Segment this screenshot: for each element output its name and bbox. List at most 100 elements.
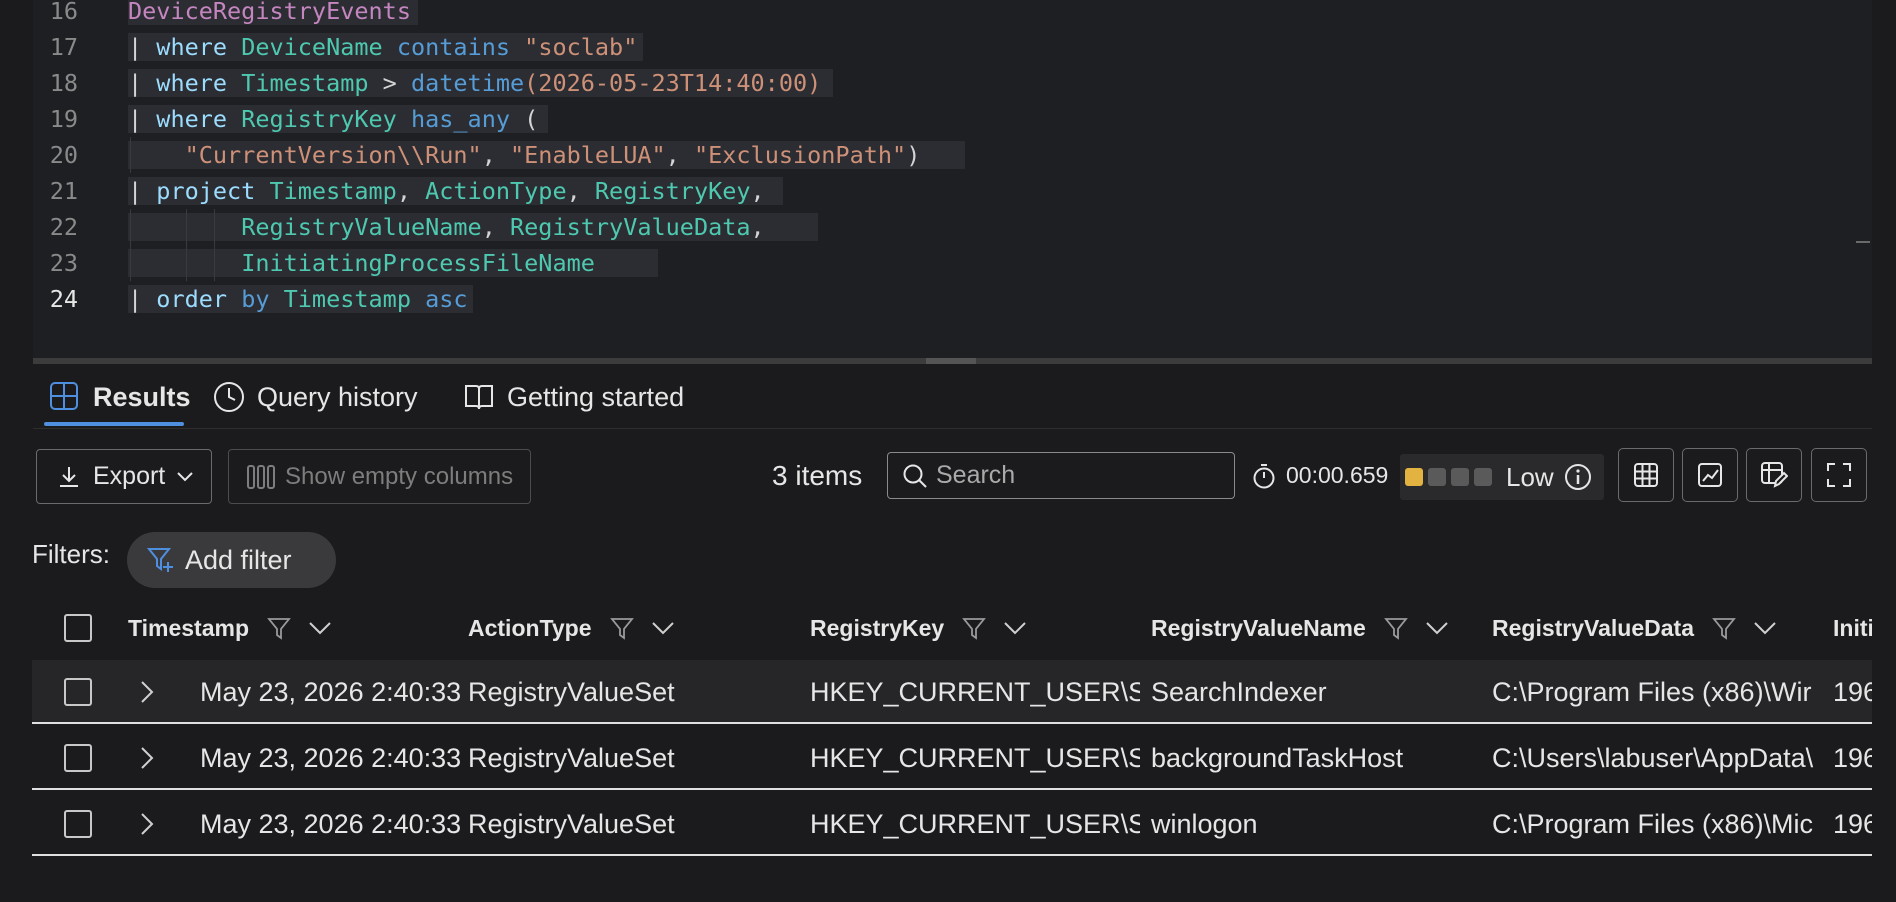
- row-checkbox[interactable]: [64, 810, 92, 838]
- editor-scrollbar-thumb[interactable]: [926, 358, 976, 364]
- table-cell: winlogon: [1151, 809, 1258, 839]
- column-header[interactable]: RegistryValueName: [1151, 596, 1448, 660]
- table-cell: C:\Program Files (x86)\Mic: [1492, 809, 1814, 839]
- search-icon: [902, 463, 928, 489]
- chevron-right-icon[interactable]: [140, 680, 160, 704]
- column-header[interactable]: ActionType: [468, 596, 674, 660]
- clock-icon: [213, 381, 245, 413]
- grid-icon: [1633, 462, 1659, 488]
- row-checkbox[interactable]: [64, 744, 92, 772]
- code-line[interactable]: 18 | where Timestamp > datetime(2026-05-2…: [0, 65, 1860, 101]
- resource-usage-square: [1474, 468, 1492, 486]
- table-cell: SearchIndexer: [1151, 677, 1327, 707]
- code-line[interactable]: 19 | where RegistryKey has_any (: [0, 101, 1860, 137]
- query-editor[interactable]: 16 DeviceRegistryEvents 17 | where DeviceNa…: [0, 0, 1872, 358]
- resource-usage-bars: [1400, 468, 1492, 486]
- filter-icon[interactable]: [962, 616, 987, 640]
- line-number: 16: [49, 0, 78, 25]
- code-line[interactable]: 24 | order by Timestamp asc: [0, 281, 1860, 317]
- tab-results[interactable]: Results: [49, 368, 191, 426]
- column-header-label: Initi: [1833, 614, 1872, 641]
- table-row[interactable]: May 23, 2026 2:40:33 RegistryValueSet HKEY…: [32, 660, 1872, 724]
- table-edit-icon: [1760, 461, 1788, 489]
- table-cell: HKEY_CURRENT_USER\S-1: [810, 809, 1140, 839]
- filter-icon[interactable]: [1383, 616, 1408, 640]
- filters-label: Filters:: [32, 539, 110, 569]
- code-line[interactable]: 23 InitiatingProcessFileName: [0, 245, 1860, 281]
- table-cell: backgroundTaskHost: [1151, 743, 1404, 773]
- export-label: Export: [93, 462, 166, 490]
- tab-getting-started-label: Getting started: [507, 381, 685, 412]
- code-line[interactable]: 22 RegistryValueName, RegistryValueData,: [0, 209, 1860, 245]
- line-number: 23: [49, 249, 78, 277]
- resource-usage-square: [1405, 468, 1423, 486]
- column-header[interactable]: Timestamp: [128, 596, 331, 660]
- table-cell: May 23, 2026 2:40:33: [200, 677, 460, 707]
- search-input[interactable]: [936, 461, 1216, 490]
- chevron-right-icon[interactable]: [140, 812, 160, 836]
- export-button[interactable]: Export: [36, 449, 212, 504]
- line-number: 17: [49, 33, 78, 61]
- chevron-down-icon[interactable]: [1426, 621, 1448, 635]
- column-header-label: RegistryValueData: [1492, 614, 1694, 641]
- table-row[interactable]: May 23, 2026 2:40:33 RegistryValueSet HKEY…: [32, 726, 1872, 790]
- code-text: | project Timestamp, ActionType, Registr…: [128, 177, 765, 205]
- show-empty-columns-button[interactable]: Show empty columns: [228, 449, 531, 504]
- select-all-checkbox[interactable]: [64, 614, 92, 642]
- code-line[interactable]: 17 | where DeviceName contains "soclab": [0, 29, 1860, 65]
- filter-icon[interactable]: [267, 616, 291, 640]
- column-header[interactable]: RegistryValueData: [1492, 596, 1776, 660]
- table-cell: RegistryValueSet: [468, 677, 675, 707]
- filter-icon[interactable]: [1712, 616, 1736, 640]
- column-header-label: RegistryKey: [810, 614, 945, 641]
- resource-usage-square: [1451, 468, 1469, 486]
- tab-query-history[interactable]: Query history: [213, 368, 418, 426]
- add-filter-label: Add filter: [185, 544, 292, 575]
- table-cell: 196: [1833, 809, 1872, 839]
- line-number: 19: [49, 105, 78, 133]
- row-checkbox[interactable]: [64, 678, 92, 706]
- chevron-down-icon: [177, 471, 193, 482]
- results-table: Timestamp ActionType RegistryKey RegistryVa…: [32, 596, 1872, 876]
- code-text: | order by Timestamp asc: [128, 285, 468, 313]
- line-number: 21: [49, 177, 78, 205]
- chevron-down-icon[interactable]: [309, 621, 331, 635]
- fullscreen-button[interactable]: [1811, 448, 1867, 502]
- code-line[interactable]: 16 DeviceRegistryEvents: [0, 0, 1860, 29]
- stopwatch-icon: [1252, 463, 1276, 489]
- table-view-button[interactable]: [1618, 448, 1674, 502]
- chart-view-button[interactable]: [1682, 448, 1738, 502]
- info-icon[interactable]: [1564, 463, 1592, 491]
- code-text: DeviceRegistryEvents: [128, 0, 411, 25]
- tab-results-label: Results: [93, 381, 191, 412]
- code-line[interactable]: 21 | project Timestamp, ActionType, Regis…: [0, 173, 1860, 209]
- table-header: Timestamp ActionType RegistryKey RegistryVa…: [32, 596, 1872, 660]
- code-text: "CurrentVersion\\Run", "EnableLUA", "Exc…: [184, 141, 921, 169]
- chevron-down-icon[interactable]: [651, 621, 674, 635]
- edit-table-button[interactable]: [1746, 448, 1802, 502]
- tab-query-history-label: Query history: [257, 381, 418, 412]
- table-cell: HKEY_CURRENT_USER\S-1: [810, 743, 1140, 773]
- table-row[interactable]: May 23, 2026 2:40:33 RegistryValueSet HKEY…: [32, 792, 1872, 856]
- column-header-label: RegistryValueName: [1151, 614, 1366, 641]
- column-header[interactable]: Initi: [1833, 596, 1872, 660]
- table-cell: 196: [1833, 677, 1872, 707]
- column-header-label: Timestamp: [128, 614, 250, 641]
- add-filter-button[interactable]: Add filter: [127, 532, 336, 588]
- line-chart-icon: [1697, 462, 1723, 488]
- search-box[interactable]: [887, 452, 1235, 499]
- chevron-down-icon[interactable]: [1754, 621, 1776, 635]
- table-cell: C:\Users\labuser\AppData\: [1492, 743, 1814, 773]
- column-header[interactable]: RegistryKey: [810, 596, 1026, 660]
- chevron-right-icon[interactable]: [140, 746, 160, 770]
- table-cell: 196: [1833, 743, 1872, 773]
- code-line[interactable]: 20 "CurrentVersion\\Run", "EnableLUA", "…: [0, 137, 1860, 173]
- download-icon: [57, 465, 81, 489]
- filter-icon[interactable]: [609, 616, 634, 640]
- chevron-down-icon[interactable]: [1004, 621, 1026, 635]
- column-header-label: ActionType: [468, 614, 592, 641]
- code-text: | where Timestamp > datetime(2026-05-23T…: [128, 69, 822, 97]
- results-tabs: Results Query history Getting started: [33, 368, 1872, 429]
- tab-getting-started[interactable]: Getting started: [463, 368, 684, 426]
- table-icon: [49, 381, 81, 413]
